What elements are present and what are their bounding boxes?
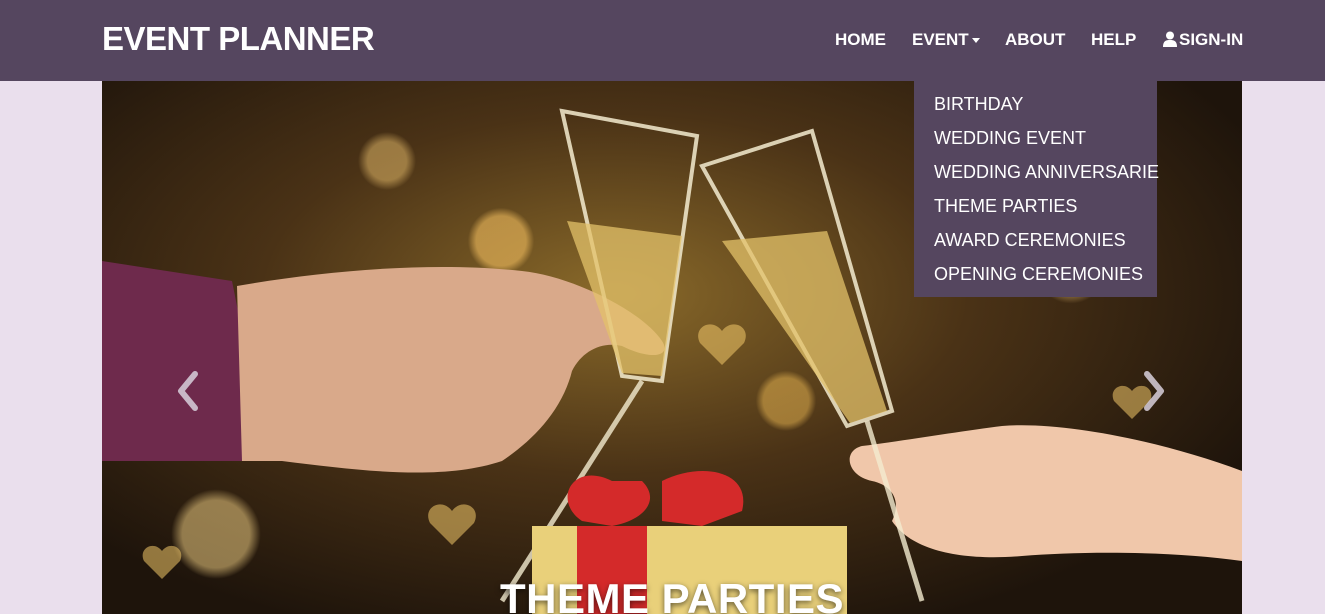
- chevron-right-icon: [1144, 371, 1164, 411]
- nav-event-dropdown[interactable]: EVENT: [912, 30, 980, 50]
- dropdown-item-award-ceremonies[interactable]: AWARD CEREMONIES: [914, 227, 1157, 261]
- nav-event-label: EVENT: [912, 30, 969, 49]
- caret-down-icon: [971, 38, 980, 44]
- nav-signin-label: SIGN-IN: [1179, 30, 1244, 49]
- dropdown-item-wedding-event[interactable]: WEDDING EVENT: [914, 125, 1157, 159]
- brand-logo[interactable]: EVENT PLANNER: [102, 20, 375, 58]
- dropdown-item-birthday[interactable]: BIRTHDAY: [914, 91, 1157, 125]
- slide-caption: THEME PARTIES: [499, 575, 845, 614]
- dropdown-item-opening-ceremonies[interactable]: OPENING CEREMONIES: [914, 261, 1157, 295]
- carousel-next-button[interactable]: [1135, 366, 1175, 416]
- chevron-left-icon: [178, 371, 198, 411]
- nav-help[interactable]: HELP: [1091, 30, 1136, 50]
- nav-home[interactable]: HOME: [835, 30, 886, 50]
- dropdown-item-wedding-anniversarie[interactable]: WEDDING ANNIVERSARIE: [914, 159, 1159, 193]
- navbar: EVENT PLANNER HOME EVENT ABOUT HELP SIGN…: [0, 0, 1325, 81]
- nav-about[interactable]: ABOUT: [1005, 30, 1065, 50]
- nav-signin[interactable]: SIGN-IN: [1163, 30, 1243, 50]
- carousel-prev-button[interactable]: [167, 366, 207, 416]
- user-icon: [1163, 31, 1177, 47]
- dropdown-item-theme-parties[interactable]: THEME PARTIES: [914, 193, 1157, 227]
- event-dropdown-menu: BIRTHDAY WEDDING EVENT WEDDING ANNIVERSA…: [914, 81, 1159, 297]
